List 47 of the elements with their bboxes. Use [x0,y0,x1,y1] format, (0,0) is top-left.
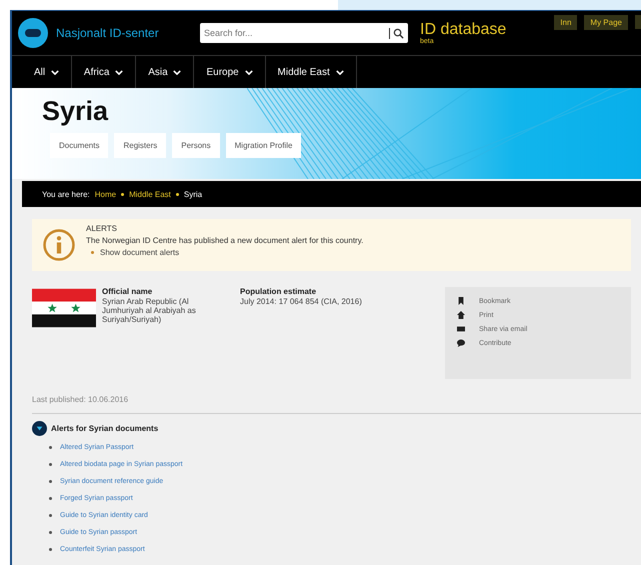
search-icon[interactable] [389,28,404,38]
bullet-icon [49,497,52,500]
chevron-down-icon [50,70,59,74]
bullet-icon [91,251,94,254]
bullet-icon [49,480,52,483]
field-label: Population estimate [240,287,318,296]
field-label: Official name [102,287,154,296]
tab[interactable]: Migration Profile [226,133,302,158]
speech-bubble-icon [457,339,465,347]
bullet-icon [49,463,52,466]
envelope-icon [457,325,465,333]
search-field[interactable]: Search for... [200,23,385,43]
chevron-down-icon [115,70,124,74]
flag-icon [32,287,96,329]
bullet-icon [176,192,179,196]
field-value: Syrian Arab Republic (Al Jumhuriyah al Arabiyah as Suriyah/Suriyah) [102,297,197,324]
logo-icon [18,18,48,48]
page-title: Syria [42,95,110,127]
breadcrumb-link[interactable]: Middle East [129,190,171,198]
bullet-icon [121,192,124,196]
bullet-icon [49,446,52,449]
field-value: July 2014: 17 064 854 (CIA, 2016) [240,297,363,306]
tab[interactable]: Registers [114,133,166,158]
collapse-icon[interactable] [32,421,47,436]
alert-link[interactable]: Show document alerts [100,248,180,257]
chevron-down-icon [244,70,253,74]
alert-title: ALERTS [86,224,118,233]
breadcrumb-label: You are here: [42,190,90,198]
header-button[interactable]: Inn [554,15,578,30]
product-name: ID database [420,22,506,38]
chevron-down-icon [173,70,182,74]
bullet-icon [49,548,52,551]
header-button[interactable]: My Page [584,15,628,30]
breadcrumb-link[interactable]: Home [94,190,116,198]
tab[interactable]: Persons [172,133,220,158]
info-icon [42,228,76,262]
bullet-icon [49,531,52,534]
section-title: Alerts for Syrian documents [51,424,158,433]
site-name[interactable]: Nasjonalt ID-senter [56,26,192,40]
chevron-down-icon [336,70,344,74]
breadcrumb-current: Syria [184,190,202,198]
tab[interactable]: Documents [50,133,108,158]
house-icon [457,311,465,319]
alert-message: The Norwegian ID Centre has published a new document alert for this country. [86,236,364,245]
bookmark-icon [457,297,465,305]
last-published: Last published: 10.06.2016 [32,387,641,414]
bullet-icon [49,514,52,517]
